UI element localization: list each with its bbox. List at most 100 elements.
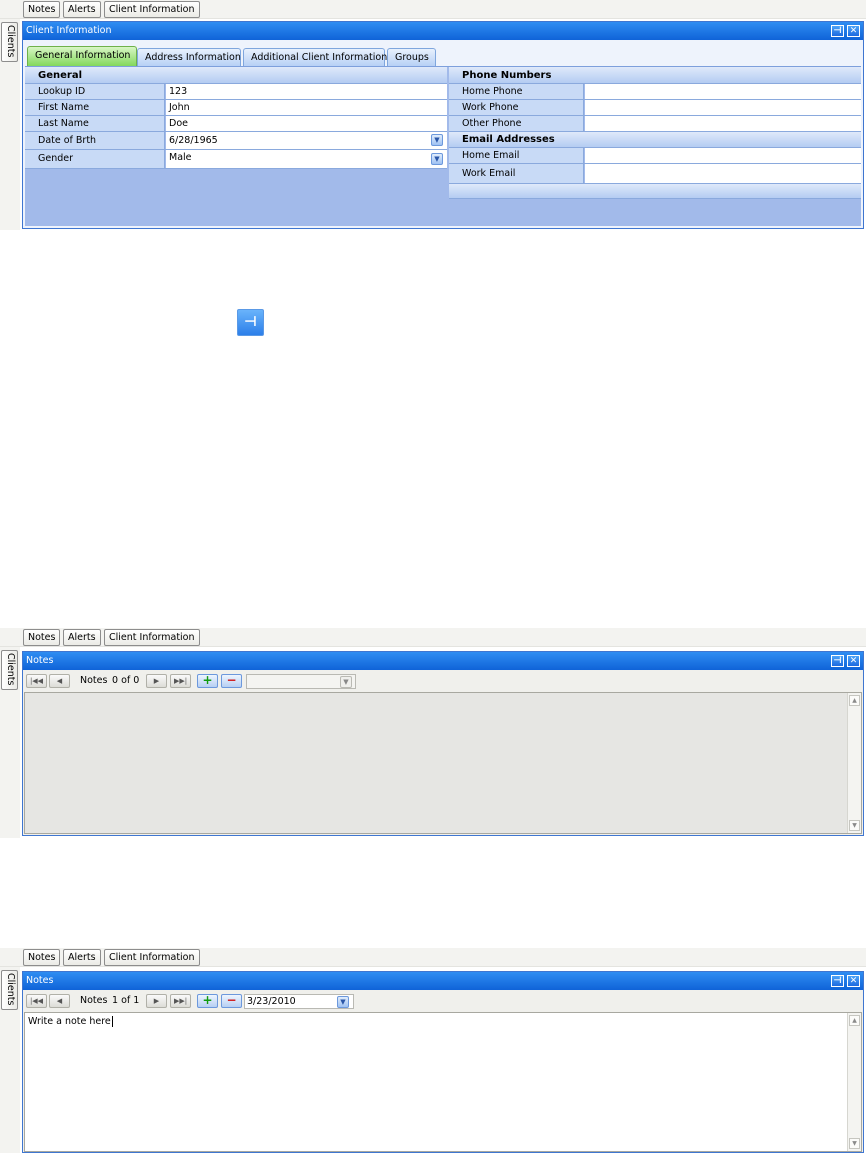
panel-title: Client Information xyxy=(26,25,112,36)
pin-icon[interactable]: ⊣ xyxy=(831,975,844,987)
tab-additional-client-information[interactable]: Additional Client Information xyxy=(243,48,387,66)
next-record-icon[interactable]: ▶ xyxy=(146,994,167,1008)
notes-record-count: 0 of 0 xyxy=(112,675,140,686)
first-name-field[interactable]: John xyxy=(166,100,447,115)
chevron-down-icon[interactable]: ▼ xyxy=(337,996,349,1008)
email-group-footer xyxy=(449,184,861,199)
prev-record-icon[interactable]: ◀ xyxy=(49,674,70,688)
add-icon[interactable]: + xyxy=(197,674,218,688)
label-lookup-id: Lookup ID xyxy=(25,84,165,99)
toolbar: Notes Alerts Client Information xyxy=(0,948,866,967)
pin-icon[interactable]: ⊣ xyxy=(831,25,844,37)
notes-panel: Notes ⊣ ✕ |◀◀ ◀ Notes 0 of 0 ▶ ▶▶| + − ▼… xyxy=(22,651,864,836)
panel-title-bar: Notes ⊣ ✕ xyxy=(23,652,863,670)
phone-numbers-header: Phone Numbers xyxy=(449,67,861,84)
panel-title-bar: Notes ⊣ ✕ xyxy=(23,972,863,990)
screenshot-client-information: Notes Alerts Client Information Clients … xyxy=(0,0,866,230)
label-other-phone: Other Phone xyxy=(449,116,584,131)
toolbar-tab-client-information[interactable]: Client Information xyxy=(104,629,200,646)
notes-text-area[interactable]: ▲ ▼ xyxy=(24,692,862,834)
close-icon[interactable]: ✕ xyxy=(847,25,860,37)
gender-select[interactable]: Male xyxy=(166,150,447,168)
field-row-home-phone: Home Phone xyxy=(449,84,861,100)
field-row-date-of-birth: Date of Brth 6/28/1965 ▼ xyxy=(25,132,447,150)
toolbar-tab-alerts[interactable]: Alerts xyxy=(63,949,101,966)
first-record-icon[interactable]: |◀◀ xyxy=(26,994,47,1008)
chevron-down-icon[interactable]: ▼ xyxy=(431,134,443,146)
lookup-id-field[interactable]: 123 xyxy=(166,84,447,99)
scrollbar[interactable]: ▲ ▼ xyxy=(847,1013,861,1151)
next-record-icon[interactable]: ▶ xyxy=(146,674,167,688)
remove-icon[interactable]: − xyxy=(221,674,242,688)
field-row-first-name: First Name John xyxy=(25,100,447,116)
field-row-other-phone: Other Phone xyxy=(449,116,861,132)
label-first-name: First Name xyxy=(25,100,165,115)
toolbar-tab-client-information[interactable]: Client Information xyxy=(104,1,200,18)
first-record-icon[interactable]: |◀◀ xyxy=(26,674,47,688)
notes-panel: Notes ⊣ ✕ |◀◀ ◀ Notes 1 of 1 ▶ ▶▶| + − 3… xyxy=(22,971,864,1153)
remove-icon[interactable]: − xyxy=(221,994,242,1008)
side-dock: Clients xyxy=(0,647,20,838)
scroll-up-icon[interactable]: ▲ xyxy=(849,695,860,706)
scroll-up-icon[interactable]: ▲ xyxy=(849,1015,860,1026)
field-row-work-phone: Work Phone xyxy=(449,100,861,116)
panel-title: Notes xyxy=(26,655,54,666)
field-row-lookup-id: Lookup ID 123 xyxy=(25,84,447,100)
chevron-down-icon[interactable]: ▼ xyxy=(340,676,352,688)
notes-record-count: 1 of 1 xyxy=(112,995,140,1006)
work-phone-field[interactable] xyxy=(585,100,861,115)
side-tab-clients[interactable]: Clients xyxy=(1,970,18,1010)
side-tab-clients[interactable]: Clients xyxy=(1,22,18,62)
home-email-field[interactable] xyxy=(585,148,861,163)
last-name-field[interactable]: Doe xyxy=(166,116,447,131)
label-work-phone: Work Phone xyxy=(449,100,584,115)
field-row-home-email: Home Email xyxy=(449,148,861,164)
last-record-icon[interactable]: ▶▶| xyxy=(170,994,191,1008)
prev-record-icon[interactable]: ◀ xyxy=(49,994,70,1008)
text-cursor xyxy=(111,1016,113,1027)
date-of-birth-field[interactable]: 6/28/1965 xyxy=(166,132,447,149)
toolbar: Notes Alerts Client Information xyxy=(0,0,866,19)
label-gender: Gender xyxy=(25,150,165,168)
field-row-last-name: Last Name Doe xyxy=(25,116,447,132)
toolbar-tab-notes[interactable]: Notes xyxy=(23,629,61,646)
close-icon[interactable]: ✕ xyxy=(847,655,860,667)
scrollbar[interactable]: ▲ ▼ xyxy=(847,693,861,833)
work-email-field[interactable] xyxy=(585,164,861,183)
client-information-panel: Client Information ⊣ ✕ General Informati… xyxy=(22,21,864,229)
email-addresses-header: Email Addresses xyxy=(449,132,861,148)
label-home-email: Home Email xyxy=(449,148,584,163)
screenshot-notes-with-note: Notes Alerts Client Information Clients … xyxy=(0,948,866,1153)
pin-icon[interactable]: ⊣ xyxy=(237,309,264,336)
label-home-phone: Home Phone xyxy=(449,84,584,99)
side-tab-clients[interactable]: Clients xyxy=(1,650,18,690)
chevron-down-icon[interactable]: ▼ xyxy=(431,153,443,165)
label-last-name: Last Name xyxy=(25,116,165,131)
home-phone-field[interactable] xyxy=(585,84,861,99)
side-dock: Clients xyxy=(0,19,20,230)
add-icon[interactable]: + xyxy=(197,994,218,1008)
side-dock: Clients xyxy=(0,967,20,1153)
record-navigator: |◀◀ ◀ Notes 1 of 1 ▶ ▶▶| + − 3/23/2010 ▼ xyxy=(24,992,862,1011)
toolbar-tab-notes[interactable]: Notes xyxy=(23,949,61,966)
toolbar-tab-notes[interactable]: Notes xyxy=(23,1,61,18)
note-text-content: Write a note here xyxy=(28,1016,111,1027)
screenshot-notes-empty: Notes Alerts Client Information Clients … xyxy=(0,628,866,838)
toolbar-tab-alerts[interactable]: Alerts xyxy=(63,1,101,18)
toolbar-tab-client-information[interactable]: Client Information xyxy=(104,949,200,966)
notes-text-area[interactable]: Write a note here ▲ ▼ xyxy=(24,1012,862,1152)
notes-nav-label: Notes xyxy=(80,675,108,686)
other-phone-field[interactable] xyxy=(585,116,861,131)
note-text[interactable]: Write a note here xyxy=(28,1016,113,1028)
last-record-icon[interactable]: ▶▶| xyxy=(170,674,191,688)
pin-icon[interactable]: ⊣ xyxy=(831,655,844,667)
general-group-header: General xyxy=(25,67,447,84)
toolbar-tab-alerts[interactable]: Alerts xyxy=(63,629,101,646)
scroll-down-icon[interactable]: ▼ xyxy=(849,1138,860,1149)
tab-groups[interactable]: Groups xyxy=(387,48,436,66)
tab-general-information[interactable]: General Information xyxy=(27,46,137,66)
label-work-email: Work Email xyxy=(449,164,584,183)
scroll-down-icon[interactable]: ▼ xyxy=(849,820,860,831)
tab-address-information[interactable]: Address Information xyxy=(137,48,241,66)
close-icon[interactable]: ✕ xyxy=(847,975,860,987)
